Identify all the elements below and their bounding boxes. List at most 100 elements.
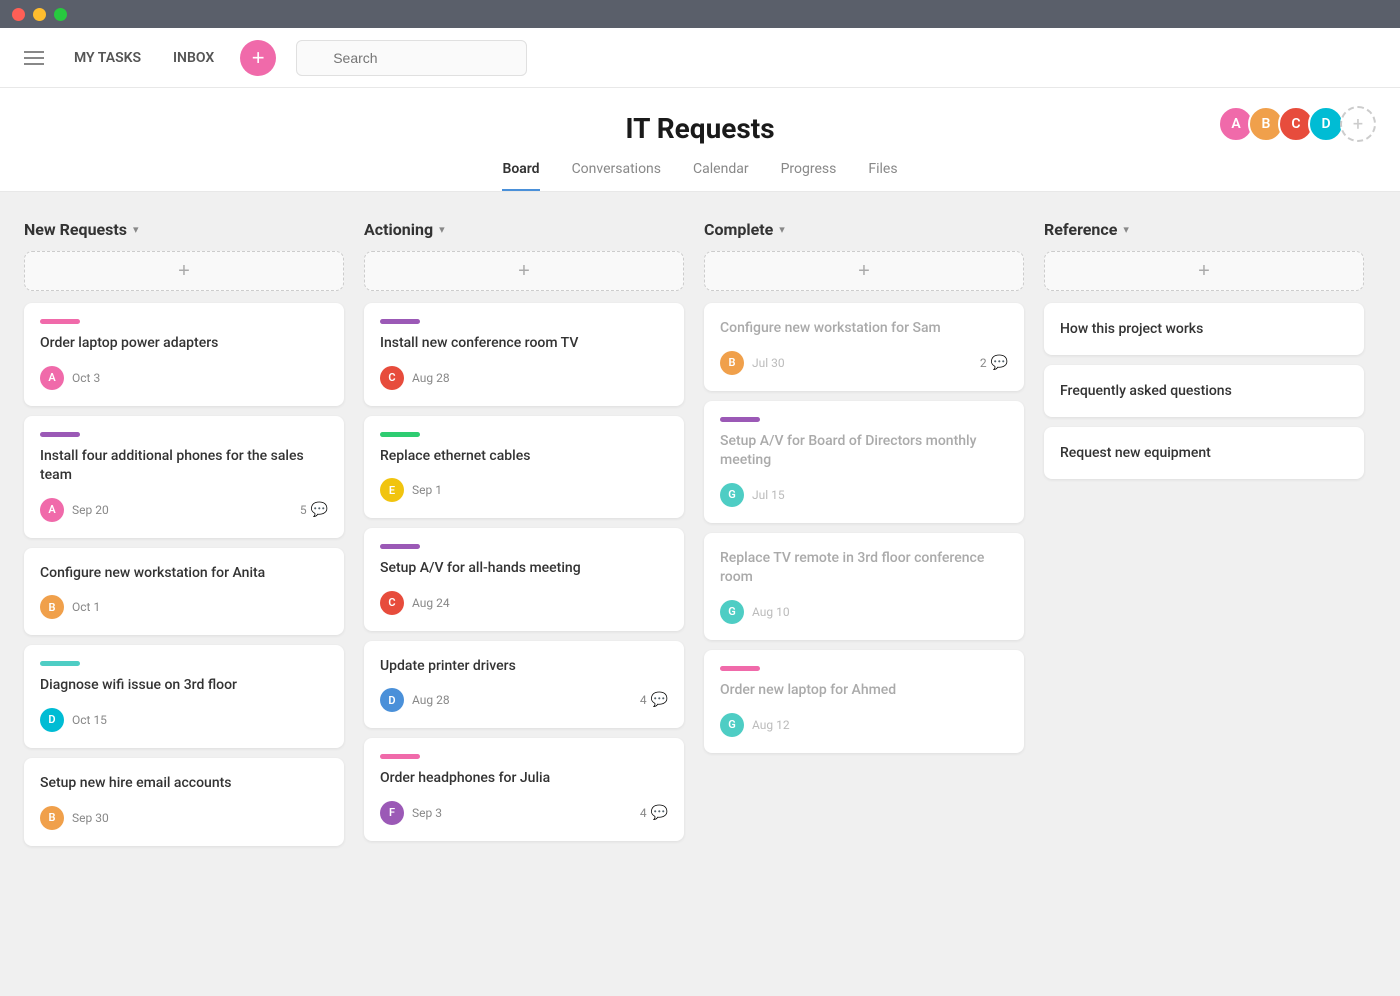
card-title: Setup new hire email accounts xyxy=(40,774,328,794)
team-avatars: ABCD+ xyxy=(1218,106,1376,142)
card-meta: CAug 28 xyxy=(380,366,668,390)
card-title: Order new laptop for Ahmed xyxy=(720,681,1008,701)
column-actioning: Actioning ▾ + Install new conference room T… xyxy=(364,220,684,851)
column-chevron-complete[interactable]: ▾ xyxy=(779,223,785,236)
card-date: Jul 15 xyxy=(752,488,785,502)
card[interactable]: Order headphones for Julia FSep 34💬 xyxy=(364,738,684,841)
column-complete: Complete ▾ + Configure new workstation for … xyxy=(704,220,1024,763)
card-meta: ESep 1 xyxy=(380,478,668,502)
card[interactable]: Install new conference room TV CAug 28 xyxy=(364,303,684,406)
card-meta: GAug 12 xyxy=(720,713,1008,737)
card[interactable]: Order new laptop for Ahmed GAug 12 xyxy=(704,650,1024,753)
column-header-actioning: Actioning ▾ xyxy=(364,220,684,239)
card-avatar: D xyxy=(380,688,404,712)
hamburger-menu[interactable] xyxy=(20,47,48,69)
card-date: Aug 24 xyxy=(412,596,450,610)
column-header-reference: Reference▾ xyxy=(1044,220,1364,239)
tab-conversations[interactable]: Conversations xyxy=(572,161,661,191)
card-comments: 4💬 xyxy=(640,805,668,821)
comment-count: 4 xyxy=(640,693,647,707)
card-tag xyxy=(380,319,420,324)
card-avatar: E xyxy=(380,478,404,502)
traffic-light-yellow[interactable] xyxy=(33,8,46,21)
card-tag xyxy=(720,666,760,671)
card[interactable]: Setup A/V for all-hands meeting CAug 24 xyxy=(364,528,684,631)
column-chevron-new-requests[interactable]: ▾ xyxy=(133,223,139,236)
card[interactable]: Setup A/V for Board of Directors monthly… xyxy=(704,401,1024,523)
traffic-light-red[interactable] xyxy=(12,8,25,21)
card-meta: AOct 3 xyxy=(40,366,328,390)
reference-card[interactable]: Request new equipment xyxy=(1044,427,1364,479)
inbox-link[interactable]: INBOX xyxy=(167,46,220,70)
card-title: Update printer drivers xyxy=(380,657,668,677)
column-chevron-reference[interactable]: ▾ xyxy=(1123,223,1129,236)
card-tag xyxy=(720,417,760,422)
card-meta: GAug 10 xyxy=(720,600,1008,624)
column-title-complete: Complete xyxy=(704,220,773,239)
card-tag xyxy=(40,432,80,437)
card-tag xyxy=(40,661,80,666)
column-chevron-actioning[interactable]: ▾ xyxy=(439,223,445,236)
card-avatar: B xyxy=(40,595,64,619)
card[interactable]: Configure new workstation for Anita B Oct … xyxy=(24,548,344,636)
tab-board[interactable]: Board xyxy=(502,161,539,191)
card-meta: FSep 34💬 xyxy=(380,801,668,825)
add-card-button-new-requests[interactable]: + xyxy=(24,251,344,291)
title-bar xyxy=(0,0,1400,28)
add-member-button[interactable]: + xyxy=(1340,106,1376,142)
card-date: Oct 15 xyxy=(72,713,107,727)
card-tag xyxy=(380,432,420,437)
card-title: Diagnose wifi issue on 3rd floor xyxy=(40,676,328,696)
card-title: Order laptop power adapters xyxy=(40,334,328,354)
card-date: Oct 1 xyxy=(72,600,100,614)
add-card-button-reference[interactable]: + xyxy=(1044,251,1364,291)
card-date: Sep 20 xyxy=(72,503,109,517)
card-avatar: G xyxy=(720,713,744,737)
card-avatar: A xyxy=(40,366,64,390)
card-date: Aug 28 xyxy=(412,371,450,385)
comment-icon: 💬 xyxy=(991,355,1008,371)
tab-calendar[interactable]: Calendar xyxy=(693,161,749,191)
team-avatar[interactable]: D xyxy=(1308,106,1344,142)
card-title: Install four additional phones for the s… xyxy=(40,447,328,486)
card[interactable]: Order laptop power adapters AOct 3 xyxy=(24,303,344,406)
card-title: Setup A/V for all-hands meeting xyxy=(380,559,668,579)
add-card-button-actioning[interactable]: + xyxy=(364,251,684,291)
column-new-requests: New Requests ▾ + Order laptop power adapter… xyxy=(24,220,344,856)
reference-card[interactable]: Frequently asked questions xyxy=(1044,365,1364,417)
card-title: Setup A/V for Board of Directors monthly… xyxy=(720,432,1008,471)
card-title: Configure new workstation for Anita xyxy=(40,564,328,584)
card-tag xyxy=(40,319,80,324)
column-title-actioning: Actioning xyxy=(364,220,433,239)
add-card-button-complete[interactable]: + xyxy=(704,251,1024,291)
card-avatar: D xyxy=(40,708,64,732)
comment-count: 5 xyxy=(300,503,307,517)
card-title: Replace ethernet cables xyxy=(380,447,668,467)
card-title: Install new conference room TV xyxy=(380,334,668,354)
card[interactable]: Replace TV remote in 3rd floor conferenc… xyxy=(704,533,1024,640)
traffic-light-green[interactable] xyxy=(54,8,67,21)
card[interactable]: Replace ethernet cables ESep 1 xyxy=(364,416,684,519)
tab-progress[interactable]: Progress xyxy=(781,161,837,191)
card[interactable]: Install four additional phones for the s… xyxy=(24,416,344,538)
card-date: Aug 10 xyxy=(752,605,790,619)
card-date: Aug 28 xyxy=(412,693,450,707)
column-title-new-requests: New Requests xyxy=(24,220,127,239)
tab-files[interactable]: Files xyxy=(868,161,897,191)
board: New Requests ▾ + Order laptop power adapter… xyxy=(0,192,1400,996)
comment-count: 2 xyxy=(980,356,987,370)
add-button[interactable]: + xyxy=(240,40,276,76)
card[interactable]: Diagnose wifi issue on 3rd floor D Oct 15 xyxy=(24,645,344,748)
reference-card[interactable]: How this project works xyxy=(1044,303,1364,355)
card[interactable]: Setup new hire email accountsBSep 30 xyxy=(24,758,344,846)
card-meta: CAug 24 xyxy=(380,591,668,615)
project-header: ABCD+ IT Requests BoardConversationsCale… xyxy=(0,88,1400,192)
card-title: Order headphones for Julia xyxy=(380,769,668,789)
card-comments: 5💬 xyxy=(300,502,328,518)
card-tag xyxy=(380,754,420,759)
card[interactable]: Update printer driversDAug 284💬 xyxy=(364,641,684,729)
card-avatar: B xyxy=(720,351,744,375)
search-input[interactable] xyxy=(296,40,527,76)
my-tasks-link[interactable]: MY TASKS xyxy=(68,46,147,70)
card[interactable]: Configure new workstation for SamBJul 30… xyxy=(704,303,1024,391)
